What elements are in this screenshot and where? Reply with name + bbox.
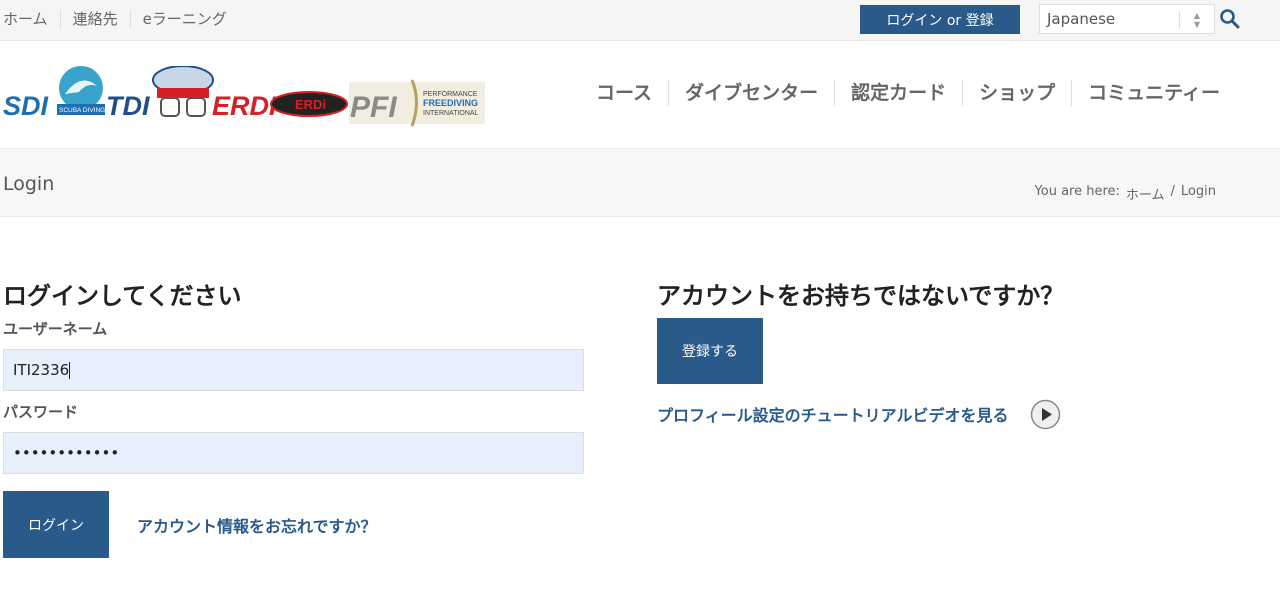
- top-bar: ホーム 連絡先 eラーニング ログイン or 登録 Japanese ▲ ▼: [0, 0, 1280, 41]
- select-arrows-icon: ▲ ▼: [1193, 11, 1200, 29]
- svg-text:PFI: PFI: [350, 91, 397, 124]
- breadcrumb-current: Login: [1180, 184, 1216, 199]
- breadcrumb-home[interactable]: ホーム: [1126, 184, 1165, 203]
- breadcrumb-separator: /: [1170, 184, 1175, 199]
- svg-text:PERFORMANCE: PERFORMANCE: [423, 91, 478, 98]
- login-heading: ログインしてください: [3, 282, 242, 310]
- nav-item-dive-centers[interactable]: ダイブセンター: [668, 80, 834, 106]
- username-field[interactable]: ITI2336: [3, 349, 584, 391]
- breadcrumb: You are here: ホーム / Login: [1035, 184, 1216, 203]
- language-select-value: Japanese: [1047, 10, 1116, 28]
- password-field[interactable]: ••••••••••••: [3, 432, 584, 474]
- forgot-account-link[interactable]: アカウント情報をお忘れですか？: [137, 513, 377, 537]
- top-link-contact[interactable]: 連絡先: [59, 10, 130, 28]
- password-value: ••••••••••••: [13, 444, 120, 462]
- svg-text:TDI: TDI: [106, 91, 150, 121]
- text-cursor: [69, 362, 71, 379]
- pfi-logo: PFI PERFORMANCE FREEDIVING INTERNATIONAL: [349, 79, 485, 127]
- no-account-heading: アカウントをお持ちではないですか？: [657, 282, 1065, 310]
- tutorial-video-link[interactable]: プロフィール設定のチュートリアルビデオを見る: [657, 402, 1009, 426]
- language-select[interactable]: Japanese ▲ ▼: [1039, 4, 1215, 34]
- top-links: ホーム 連絡先 eラーニング: [3, 10, 239, 28]
- play-icon[interactable]: [1030, 399, 1061, 430]
- nav-item-cert-cards[interactable]: 認定カード: [834, 80, 962, 106]
- svg-text:INTERNATIONAL: INTERNATIONAL: [423, 110, 479, 117]
- register-button[interactable]: 登録する: [657, 318, 763, 384]
- page-title-band: Login You are here: ホーム / Login: [0, 148, 1280, 217]
- page-title: Login: [3, 173, 55, 195]
- search-icon[interactable]: [1219, 8, 1241, 30]
- svg-text:FREEDIVING: FREEDIVING: [423, 98, 478, 108]
- svg-text:ERDi: ERDi: [295, 97, 326, 112]
- username-value: ITI2336: [13, 361, 70, 379]
- main-nav: コース ダイブセンター 認定カード ショップ コミュニティー: [580, 80, 1236, 106]
- nav-item-community[interactable]: コミュニティー: [1071, 80, 1236, 106]
- nav-item-courses[interactable]: コース: [580, 80, 668, 106]
- top-link-home[interactable]: ホーム: [3, 10, 60, 28]
- top-link-elearning[interactable]: eラーニング: [129, 10, 239, 28]
- svg-text:ERDI: ERDI: [212, 91, 277, 121]
- nav-item-shop[interactable]: ショップ: [962, 80, 1071, 106]
- tdi-logo: TDI: [106, 65, 214, 121]
- select-divider: [1179, 11, 1180, 29]
- breadcrumb-prefix: You are here:: [1034, 184, 1120, 199]
- erdi-logo: ERDI ERDi: [212, 91, 348, 121]
- password-label: パスワード: [3, 403, 79, 421]
- brand-logos[interactable]: SDI SCUBA DIVING INTERNATIONAL TDI ERDI …: [3, 65, 485, 128]
- svg-text:SDI: SDI: [3, 91, 49, 121]
- username-label: ユーザーネーム: [3, 320, 108, 338]
- login-register-button[interactable]: ログイン or 登録: [860, 5, 1020, 34]
- login-submit-button[interactable]: ログイン: [3, 491, 109, 558]
